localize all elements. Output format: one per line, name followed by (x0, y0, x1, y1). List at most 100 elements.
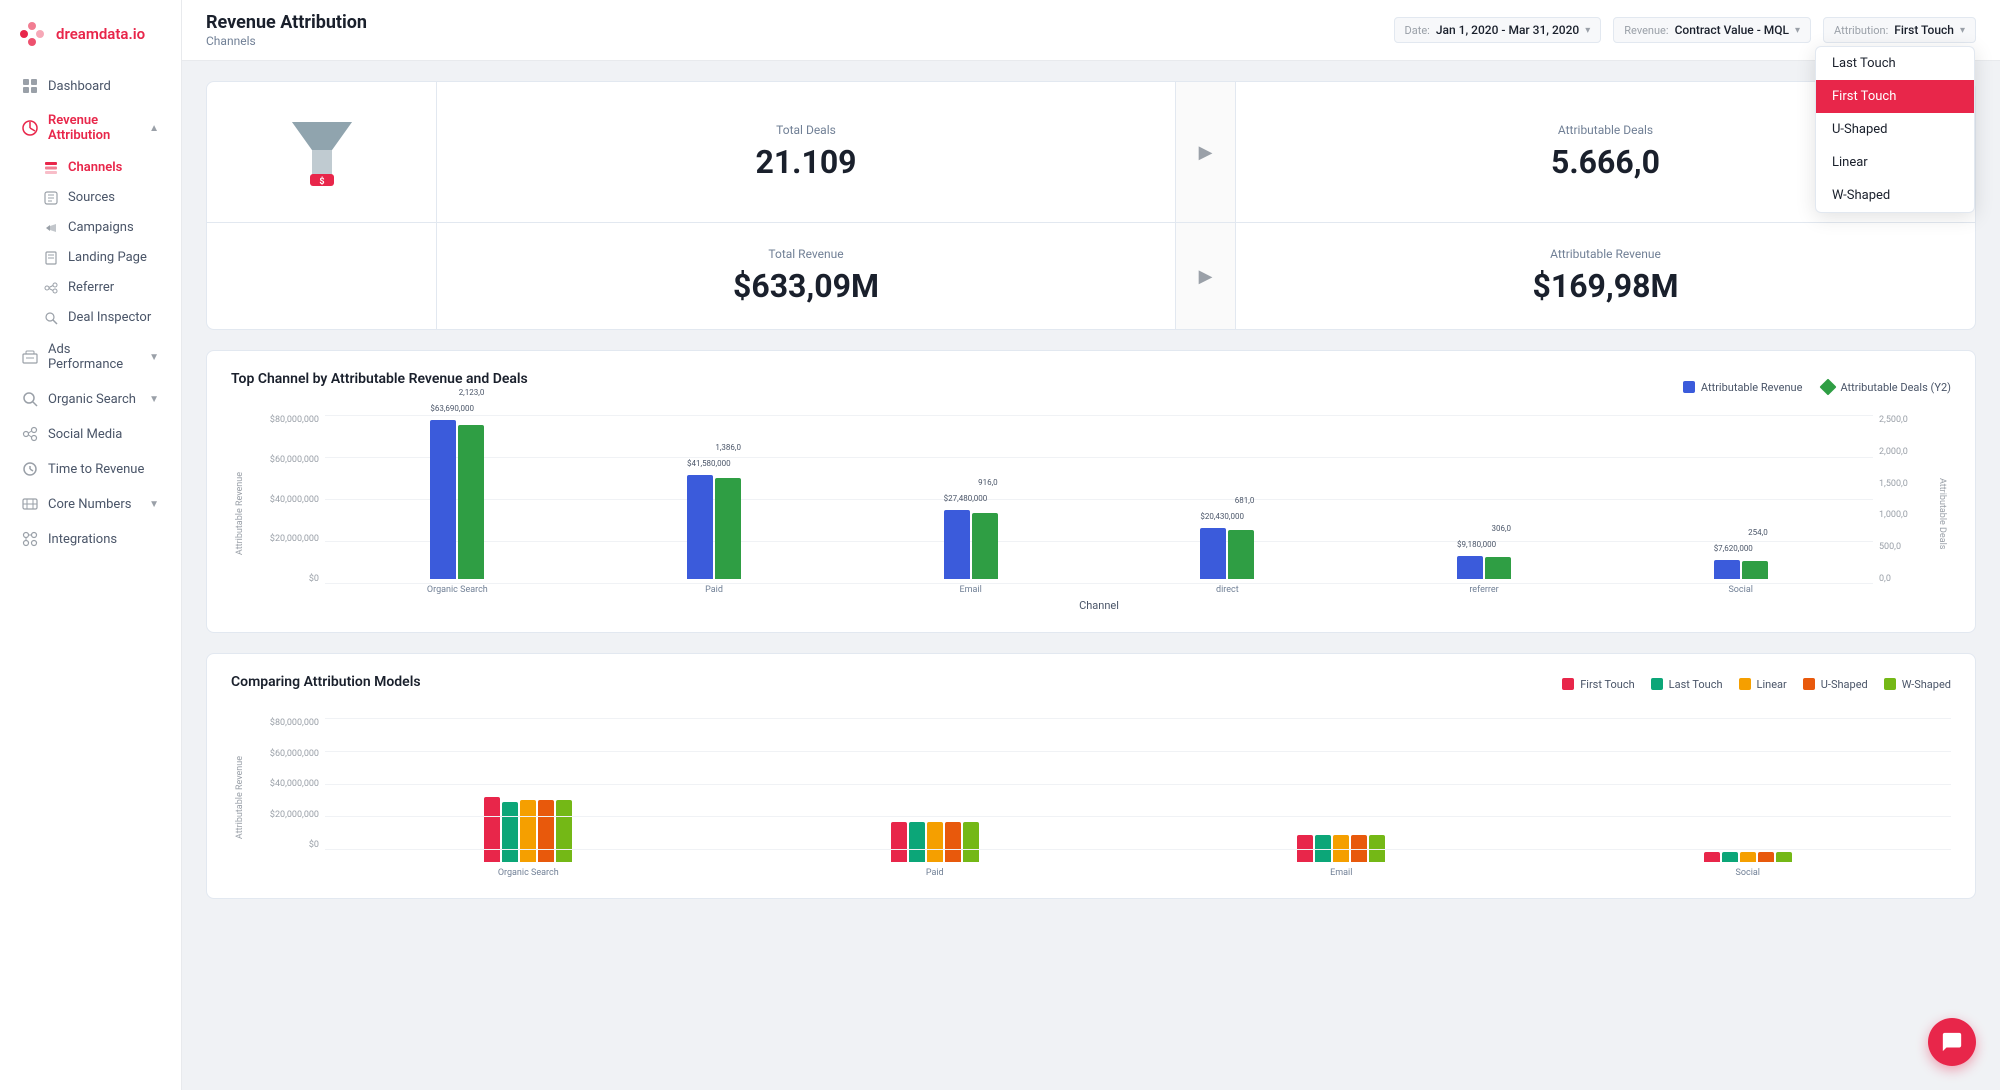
sidebar-item-channels[interactable]: Channels (6, 153, 175, 182)
funnel-icon: $ (282, 112, 362, 192)
sidebar-item-referrer[interactable]: Referrer (6, 273, 175, 302)
y-right-1: 2,000,0 (1879, 447, 1908, 457)
bar-blue (1457, 556, 1483, 579)
date-value: Jan 1, 2020 - Mar 31, 2020 (1436, 23, 1579, 37)
bar-label-rev: $41,580,000 (687, 459, 731, 468)
dropdown-item-u-shaped[interactable]: U-Shaped (1816, 113, 1974, 146)
content-area: $ Total Deals 21.109 ▶ Attributable Deal… (182, 61, 2000, 939)
y-axis-right-label: Attributable Deals (1937, 478, 1947, 549)
search-icon (22, 391, 38, 407)
dropdown-item-w-shaped[interactable]: W-Shaped (1816, 179, 1974, 212)
sidebar-item-integrations[interactable]: Integrations (6, 522, 175, 556)
chart2-x-label: Email (1330, 868, 1352, 878)
sidebar-item-landing-page[interactable]: Landing Page (6, 243, 175, 272)
bar-label-rev: $27,480,000 (944, 494, 988, 503)
bar-group-paid: $41,580,000 1,386,0 Paid (590, 475, 839, 595)
arrow-right-button-top[interactable]: ▶ (1199, 142, 1213, 163)
sidebar-item-revenue-attribution[interactable]: Revenue Attribution ▲ (6, 104, 175, 152)
attribution-filter[interactable]: Attribution: First Touch ▾ Last Touch Fi… (1823, 17, 1976, 43)
bar-ws (1776, 852, 1792, 862)
chart1-header: Top Channel by Attributable Revenue and … (231, 371, 1951, 403)
dropdown-item-last-touch[interactable]: Last Touch (1816, 47, 1974, 80)
bar-label-deals: 306,0 (1491, 524, 1511, 533)
legend-revenue: Attributable Revenue (1683, 381, 1803, 394)
chart2-body: Attributable Revenue $80,000,000 $60,000… (231, 718, 1951, 878)
dropdown-item-first-touch[interactable]: First Touch (1816, 80, 1974, 113)
bar-us (538, 800, 554, 862)
chart2-legend: First Touch Last Touch Linear U-Shaped (1562, 678, 1951, 691)
chart2-bar-group-email: Email (1146, 835, 1537, 878)
bar-label-rev: $20,430,000 (1200, 512, 1244, 521)
sidebar-item-label: Social Media (48, 427, 122, 442)
chart2-bars-row: Organic Search Paid (325, 718, 1951, 878)
chart2-bar-group-social: Social (1553, 852, 1944, 878)
bar-blue (944, 510, 970, 579)
y-right-2: 1,500,0 (1879, 479, 1908, 489)
total-revenue-label: Total Revenue (768, 247, 843, 261)
bar-blue (430, 420, 456, 579)
sidebar-item-ads-performance[interactable]: Ads Performance ▼ (6, 333, 175, 381)
bar-pair: $20,430,000 681,0 (1200, 528, 1254, 579)
bar-us (945, 822, 961, 862)
attributable-deals-label: Attributable Deals (1558, 123, 1653, 137)
sidebar-item-dashboard[interactable]: Dashboard (6, 69, 175, 103)
bar-linear (520, 800, 536, 862)
bar-label-rev: $7,620,000 (1714, 544, 1753, 553)
chart1-card: Top Channel by Attributable Revenue and … (206, 350, 1976, 633)
chart2-bar-group-organic: Organic Search (333, 797, 724, 878)
revenue-filter[interactable]: Revenue: Contract Value - MQL ▾ (1613, 17, 1811, 43)
x-axis-label: Channel (325, 599, 1873, 612)
y-axis-label: Attributable Revenue (235, 472, 245, 555)
funnel-cell: $ (207, 82, 437, 222)
sidebar-item-label: Sources (68, 190, 115, 205)
sidebar-item-deal-inspector[interactable]: Deal Inspector (6, 303, 175, 332)
sidebar-item-organic-search[interactable]: Organic Search ▼ (6, 382, 175, 416)
logo[interactable]: dreamdata.io (0, 0, 181, 64)
date-label: Date: (1405, 24, 1430, 37)
bar-ws (1369, 835, 1385, 862)
bar-green (972, 513, 998, 579)
chart2-x-label: Organic Search (498, 868, 559, 878)
y-label-left: Attributable Revenue (231, 415, 249, 612)
campaign-icon (44, 221, 58, 235)
attributable-revenue-value: $169,98M (1532, 267, 1678, 305)
page-subtitle: Channels (206, 34, 367, 48)
bar-green (1228, 530, 1254, 579)
chevron-down-icon: ▼ (149, 352, 159, 363)
sidebar-item-label: Revenue Attribution (48, 113, 139, 143)
total-deals-label: Total Deals (776, 123, 836, 137)
chevron-down-icon: ▼ (149, 394, 159, 405)
sidebar-item-time-to-revenue[interactable]: Time to Revenue (6, 452, 175, 486)
chat-button[interactable] (1928, 1018, 1976, 1066)
bar-label-deals: 254,0 (1748, 528, 1768, 537)
y-label-right: Attributable Deals (1933, 415, 1951, 612)
legend-us-label: U-Shaped (1821, 678, 1868, 691)
bar-group-referrer: $9,180,000 306,0 referrer (1360, 556, 1609, 595)
sidebar-item-core-numbers[interactable]: Core Numbers ▼ (6, 487, 175, 521)
arrow-right-button-bottom[interactable]: ▶ (1199, 266, 1213, 287)
bar-linear (1740, 852, 1756, 862)
revenue-caret-icon: ▾ (1795, 25, 1800, 36)
y-val-1: $60,000,000 (270, 455, 319, 465)
date-filter[interactable]: Date: Jan 1, 2020 - Mar 31, 2020 ▾ (1394, 17, 1602, 43)
chart1-body: Attributable Revenue $80,000,000 $60,000… (231, 415, 1951, 612)
page-title: Revenue Attribution (206, 12, 367, 33)
bar-pair: $27,480,000 916,0 (944, 510, 998, 579)
legend-yellow-dot (1739, 678, 1751, 690)
attribution-label: Attribution: (1834, 24, 1888, 37)
bar-blue (687, 475, 713, 579)
y-axis-left: $80,000,000 $60,000,000 $40,000,000 $20,… (249, 415, 325, 612)
arrow-cell-bottom: ▶ (1176, 223, 1236, 329)
bar-x-label: referrer (1469, 585, 1498, 595)
legend-revenue-label: Attributable Revenue (1701, 381, 1803, 394)
bar-label-deals: 2,123,0 (459, 388, 485, 397)
bar-label-deals: 1,386,0 (715, 443, 741, 452)
bar-x-label: Paid (705, 585, 723, 595)
sidebar-item-campaigns[interactable]: Campaigns (6, 213, 175, 242)
dropdown-item-linear[interactable]: Linear (1816, 146, 1974, 179)
chart2-card: Comparing Attribution Models First Touch… (206, 653, 1976, 899)
empty-cell (207, 223, 437, 329)
legend-linear: Linear (1739, 678, 1787, 691)
sidebar-item-sources[interactable]: Sources (6, 183, 175, 212)
sidebar-item-social-media[interactable]: Social Media (6, 417, 175, 451)
